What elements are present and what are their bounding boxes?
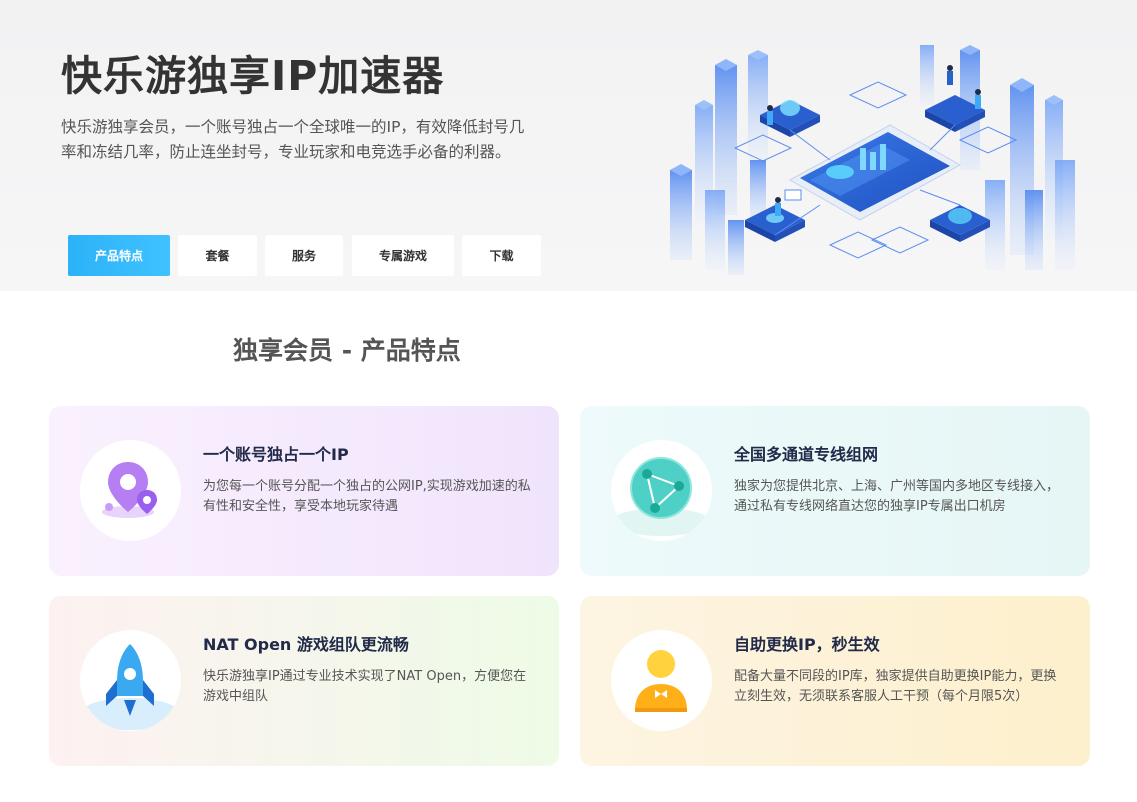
section-title: 独享会员 - 产品特点 [233, 336, 461, 365]
tab-services[interactable]: 服务 [265, 235, 343, 276]
rocket-icon [80, 630, 181, 731]
feature-description: 快乐游独享IP通过专业技术实现了NAT Open，方便您在游戏中组队 [203, 669, 527, 704]
feature-title: 一个账号独占一个IP [203, 445, 349, 464]
feature-card-nat-open: NAT Open 游戏组队更流畅 快乐游独享IP通过专业技术实现了NAT Ope… [49, 596, 559, 766]
isometric-city-illustration [670, 45, 1075, 275]
tab-plans[interactable]: 套餐 [178, 235, 257, 276]
tab-exclusive-games[interactable]: 专属游戏 [352, 235, 454, 276]
location-pin-icon [80, 440, 181, 541]
feature-card-ip-switch: 自助更换IP，秒生效 配备大量不同段的IP库，独家提供自助更换IP能力，更换立刻… [580, 596, 1090, 766]
feature-description: 配备大量不同段的IP库，独家提供自助更换IP能力，更换立刻生效，无须联系客服人工… [734, 669, 1057, 704]
hero-description: 快乐游独享会员，一个账号独占一个全球唯一的IP，有效降低封号几率和冻结几率，防止… [61, 118, 525, 161]
hero-banner: 快乐游独享IP加速器 快乐游独享会员，一个账号独占一个全球唯一的IP，有效降低封… [0, 0, 1137, 291]
feature-title: 自助更换IP，秒生效 [734, 635, 880, 654]
tab-download[interactable]: 下载 [462, 235, 541, 276]
user-service-icon [611, 630, 712, 731]
hero-title: 快乐游独享IP加速器 [61, 52, 445, 100]
feature-description: 独家为您提供北京、上海、广州等国内多地区专线接入，通过私有专线网络直达您的独享I… [734, 479, 1060, 514]
feature-title: 全国多通道专线组网 [734, 445, 879, 464]
feature-title: NAT Open 游戏组队更流畅 [203, 635, 409, 654]
feature-card-multi-channel: 全国多通道专线组网 独家为您提供北京、上海、广州等国内多地区专线接入，通过私有专… [580, 406, 1090, 576]
tab-features[interactable]: 产品特点 [68, 235, 170, 276]
hero-illustration [660, 40, 1080, 280]
feature-card-dedicated-ip: 一个账号独占一个IP 为您每一个账号分配一个独占的公网IP,实现游戏加速的私有性… [49, 406, 559, 576]
globe-network-icon [611, 440, 712, 541]
feature-description: 为您每一个账号分配一个独占的公网IP,实现游戏加速的私有性和安全性，享受本地玩家… [203, 479, 531, 514]
